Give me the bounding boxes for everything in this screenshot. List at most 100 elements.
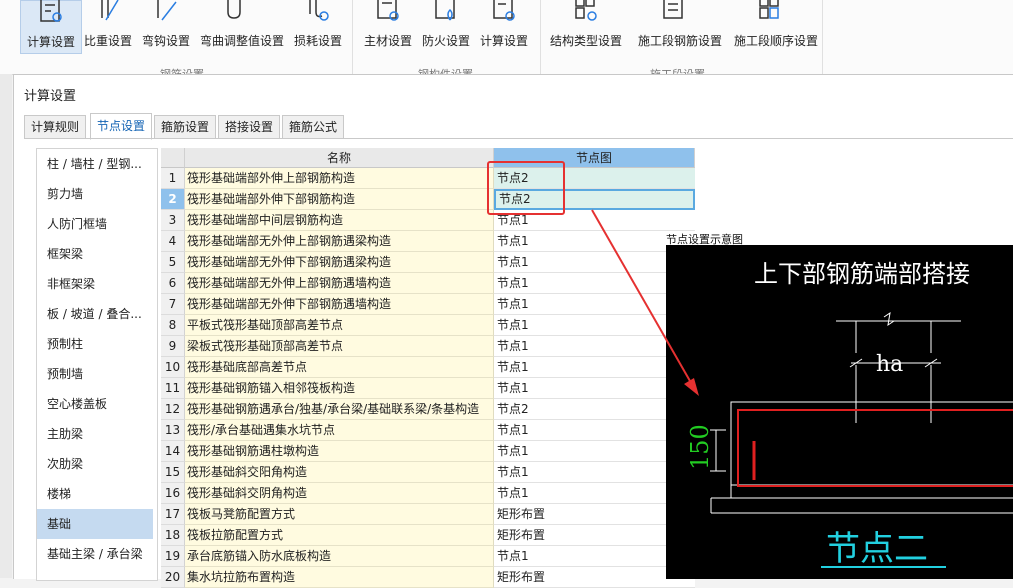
table-row[interactable]: 9 梁板式筏形基础顶部高差节点 节点1	[161, 336, 695, 357]
table-row[interactable]: 17 筏板马凳筋配置方式 矩形布置	[161, 504, 695, 525]
row-number: 17	[161, 504, 185, 525]
category-item[interactable]: 柱 / 墙柱 / 型钢...	[37, 149, 153, 179]
category-item[interactable]: 预制墙	[37, 359, 153, 389]
tab-stirrup-formula[interactable]: 箍筋公式	[282, 115, 345, 139]
row-number: 7	[161, 294, 185, 315]
row-name-cell[interactable]: 平板式筏形基础顶部高差节点	[185, 315, 494, 336]
tab-calc-rules[interactable]: 计算规则	[24, 115, 87, 139]
table-row[interactable]: 14 筏形基础钢筋遇柱墩构造 节点1	[161, 441, 695, 462]
category-item[interactable]: 板 / 坡道 / 叠合...	[37, 299, 153, 329]
row-number: 16	[161, 483, 185, 504]
tab-stirrup-settings[interactable]: 箍筋设置	[154, 115, 217, 139]
category-item[interactable]: 基础主梁 / 承台梁	[37, 539, 153, 569]
row-node-cell[interactable]: 节点1	[494, 294, 695, 315]
row-node-cell[interactable]: 节点1	[494, 357, 695, 378]
row-node-cell[interactable]: 节点1	[494, 378, 695, 399]
category-item-selected[interactable]: 基础	[37, 509, 153, 539]
row-node-cell[interactable]: 节点1	[494, 231, 695, 252]
row-node-cell[interactable]: 节点1	[494, 336, 695, 357]
category-item[interactable]: 非框架梁	[37, 269, 153, 299]
ribbon-group-steel: 主材设置 防火设置 计算设置 钢构件设置	[352, 0, 541, 81]
row-number: 5	[161, 252, 185, 273]
row-name-cell[interactable]: 筏形基础端部外伸上部钢筋构造	[185, 168, 494, 189]
row-number: 4	[161, 231, 185, 252]
calc-settings-icon	[493, 0, 515, 21]
table-row[interactable]: 4 筏形基础端部无外伸上部钢筋遇梁构造 节点1	[161, 231, 695, 252]
table-row[interactable]: 16 筏形基础斜交阴角构造 节点1	[161, 483, 695, 504]
segment-rebar-label: 施工段钢筋设置	[638, 34, 723, 48]
category-list: 柱 / 墙柱 / 型钢... 剪力墙 人防门框墙 框架梁 非框架梁 板 / 坡道…	[36, 148, 158, 581]
loss-settings-button[interactable]: 损耗设置	[288, 0, 348, 52]
row-name-cell[interactable]: 筏形基础端部无外伸上部钢筋遇墙构造	[185, 273, 494, 294]
table-row[interactable]: 6 筏形基础端部无外伸上部钢筋遇墙构造 节点1	[161, 273, 695, 294]
table-row[interactable]: 1 筏形基础端部外伸上部钢筋构造 节点2	[161, 168, 695, 189]
row-node-cell[interactable]: 节点1	[494, 441, 695, 462]
table-row[interactable]: 7 筏形基础端部无外伸下部钢筋遇墙构造 节点1	[161, 294, 695, 315]
table-row[interactable]: 19 承台底筋锚入防水底板构造 节点1	[161, 546, 695, 567]
row-name-cell[interactable]: 筏形基础钢筋遇承台/独基/承台梁/基础联系梁/条基构造	[185, 399, 494, 420]
segment-rebar-button[interactable]: 施工段钢筋设置	[638, 0, 722, 52]
category-item[interactable]: 框架梁	[37, 239, 153, 269]
category-item[interactable]: 楼梯	[37, 479, 153, 509]
main-material-button[interactable]: 主材设置	[358, 0, 418, 52]
row-number: 8	[161, 315, 185, 336]
table-row[interactable]: 12 筏形基础钢筋遇承台/独基/承台梁/基础联系梁/条基构造 节点2	[161, 399, 695, 420]
table-row[interactable]: 15 筏形基础斜交阳角构造 节点1	[161, 462, 695, 483]
dim-150-label: 150	[686, 424, 714, 470]
row-node-cell[interactable]: 节点1	[494, 252, 695, 273]
category-item[interactable]: 预制柱	[37, 329, 153, 359]
table-row[interactable]: 5 筏形基础端部无外伸下部钢筋遇梁构造 节点1	[161, 252, 695, 273]
row-name-cell[interactable]: 筏形基础钢筋遇柱墩构造	[185, 441, 494, 462]
row-name-cell[interactable]: 筏形/承台基础遇集水坑节点	[185, 420, 494, 441]
category-item[interactable]: 剪力墙	[37, 179, 153, 209]
structure-type-button[interactable]: 结构类型设置	[550, 0, 622, 52]
row-name-cell[interactable]: 筏形基础底部高差节点	[185, 357, 494, 378]
table-row[interactable]: 8 平板式筏形基础顶部高差节点 节点1	[161, 315, 695, 336]
bend-adjust-button[interactable]: 弯曲调整值设置	[200, 0, 284, 52]
row-name-cell[interactable]: 筏形基础端部无外伸上部钢筋遇梁构造	[185, 231, 494, 252]
hook-settings-button[interactable]: 弯钩设置	[136, 0, 196, 52]
row-node-cell[interactable]: 节点2	[494, 399, 695, 420]
row-name-cell[interactable]: 筏形基础斜交阴角构造	[185, 483, 494, 504]
weight-ratio-button[interactable]: 比重设置	[78, 0, 138, 52]
row-node-cell[interactable]: 节点1	[494, 546, 695, 567]
row-name-cell[interactable]: 筏形基础端部外伸下部钢筋构造	[185, 189, 494, 210]
row-name-cell[interactable]: 筏形基础端部无外伸下部钢筋遇墙构造	[185, 294, 494, 315]
tab-divider	[24, 138, 1013, 139]
row-name-cell[interactable]: 筏形基础斜交阳角构造	[185, 462, 494, 483]
row-name-cell[interactable]: 筏形基础钢筋锚入相邻筏板构造	[185, 378, 494, 399]
grid-header-name[interactable]: 名称	[185, 148, 494, 168]
category-item[interactable]: 主肋梁	[37, 419, 153, 449]
table-row[interactable]: 3 筏形基础端部中间层钢筋构造 节点1	[161, 210, 695, 231]
row-node-cell[interactable]: 节点1	[494, 462, 695, 483]
row-node-cell[interactable]: 节点1	[494, 483, 695, 504]
table-row[interactable]: 2 筏形基础端部外伸下部钢筋构造 节点2	[161, 189, 695, 210]
row-name-cell[interactable]: 筏形基础端部无外伸下部钢筋遇梁构造	[185, 252, 494, 273]
steel-calc-settings-button[interactable]: 计算设置	[474, 0, 534, 52]
segment-order-button[interactable]: 施工段顺序设置	[734, 0, 818, 52]
grid-corner-header	[161, 148, 185, 168]
table-row[interactable]: 18 筏板拉筋配置方式 矩形布置	[161, 525, 695, 546]
table-row[interactable]: 11 筏形基础钢筋锚入相邻筏板构造 节点1	[161, 378, 695, 399]
fireproof-button[interactable]: 防火设置	[416, 0, 476, 52]
tab-node-settings[interactable]: 节点设置	[90, 113, 153, 140]
row-node-cell[interactable]: 矩形布置	[494, 504, 695, 525]
row-node-cell[interactable]: 节点1	[494, 273, 695, 294]
row-number: 10	[161, 357, 185, 378]
category-item[interactable]: 空心楼盖板	[37, 389, 153, 419]
calc-settings-icon	[40, 0, 62, 22]
row-name-cell[interactable]: 筏板拉筋配置方式	[185, 525, 494, 546]
row-node-cell[interactable]: 节点1	[494, 315, 695, 336]
row-name-cell[interactable]: 承台底筋锚入防水底板构造	[185, 546, 494, 567]
tab-lap-settings[interactable]: 搭接设置	[218, 115, 281, 139]
category-item[interactable]: 次肋梁	[37, 449, 153, 479]
row-name-cell[interactable]: 梁板式筏形基础顶部高差节点	[185, 336, 494, 357]
table-row[interactable]: 13 筏形/承台基础遇集水坑节点 节点1	[161, 420, 695, 441]
row-name-cell[interactable]: 筏形基础端部中间层钢筋构造	[185, 210, 494, 231]
category-item[interactable]: 人防门框墙	[37, 209, 153, 239]
table-row[interactable]: 10 筏形基础底部高差节点 节点1	[161, 357, 695, 378]
diagram-caption: 节点二	[826, 529, 928, 569]
row-node-cell[interactable]: 节点1	[494, 420, 695, 441]
row-name-cell[interactable]: 筏板马凳筋配置方式	[185, 504, 494, 525]
row-node-cell[interactable]: 矩形布置	[494, 525, 695, 546]
